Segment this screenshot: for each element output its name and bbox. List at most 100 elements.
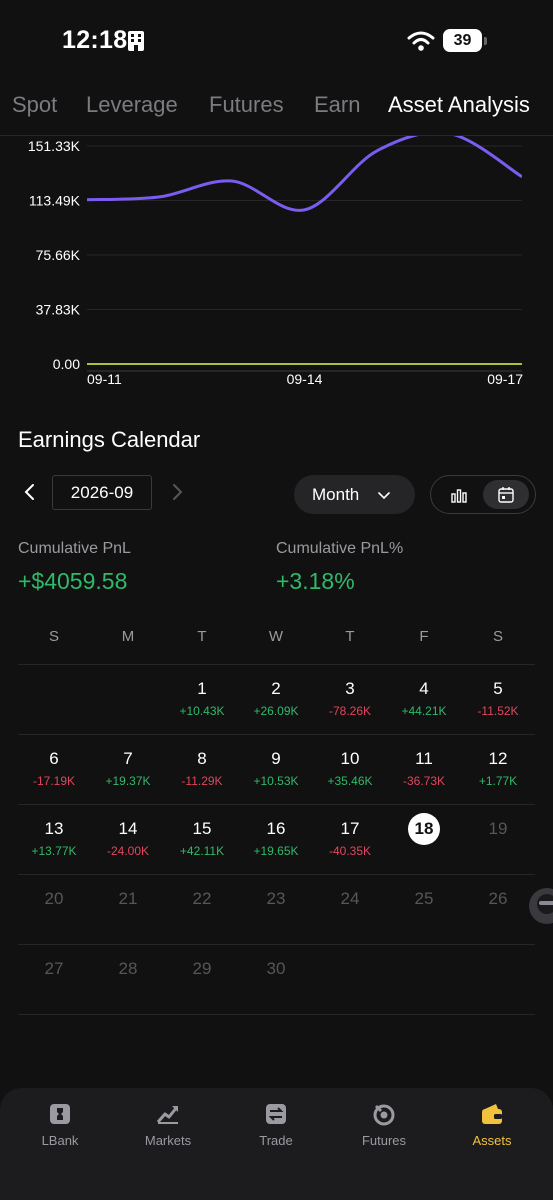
calendar-day[interactable]: 26 bbox=[461, 874, 535, 944]
day-pnl: -36.73K bbox=[402, 774, 446, 788]
battery-level: 39 bbox=[443, 29, 482, 52]
weekday-label: T bbox=[345, 628, 355, 645]
y-tick-label: 37.83K bbox=[36, 302, 81, 318]
wifi-icon bbox=[407, 31, 435, 51]
period-select[interactable]: Month bbox=[294, 475, 415, 514]
day-number: 27 bbox=[44, 959, 64, 978]
day-number: 13 bbox=[44, 819, 64, 838]
tab-asset-analysis[interactable]: Asset Analysis bbox=[388, 92, 530, 118]
x-tick-label: 09-17 bbox=[487, 371, 523, 387]
weekday-label: W bbox=[268, 628, 284, 645]
calendar-day[interactable]: 27 bbox=[17, 944, 91, 1014]
day-number: 4 bbox=[419, 679, 429, 698]
calendar-day[interactable]: 5 -11.52K bbox=[461, 664, 535, 734]
calendar-day[interactable]: 28 bbox=[91, 944, 165, 1014]
tab-spot[interactable]: Spot bbox=[12, 92, 57, 118]
calendar-day[interactable]: 21 bbox=[91, 874, 165, 944]
day-pnl: +10.43K bbox=[179, 704, 225, 718]
nav-label-markets: Markets bbox=[144, 1133, 192, 1148]
building-icon bbox=[128, 31, 144, 51]
day-number: 30 bbox=[266, 959, 286, 978]
calendar-day[interactable]: 22 bbox=[165, 874, 239, 944]
bar-chart-icon bbox=[451, 489, 467, 503]
weekday-label: T bbox=[197, 628, 207, 645]
calendar-day[interactable]: 24 bbox=[313, 874, 387, 944]
day-number: 5 bbox=[493, 679, 503, 698]
next-month-button[interactable] bbox=[165, 480, 189, 504]
calendar-view-button[interactable] bbox=[483, 480, 529, 509]
calendar-day[interactable]: 8 -11.29K bbox=[165, 734, 239, 804]
day-number: 1 bbox=[197, 679, 207, 698]
day-number: 22 bbox=[192, 889, 212, 908]
day-number: 6 bbox=[49, 749, 59, 768]
calendar-day[interactable]: 25 bbox=[387, 874, 461, 944]
cumulative-pnl-pct-label: Cumulative PnL% bbox=[276, 540, 404, 557]
day-number: 14 bbox=[118, 819, 138, 838]
nav-assets[interactable]: Assets bbox=[447, 1098, 537, 1158]
calendar-day[interactable]: 20 bbox=[17, 874, 91, 944]
tab-earn[interactable]: Earn bbox=[314, 92, 360, 118]
nav-markets[interactable]: Markets bbox=[123, 1098, 213, 1158]
calendar-day[interactable]: 16 +19.65K bbox=[239, 804, 313, 874]
day-number: 15 bbox=[192, 819, 212, 838]
day-number: 8 bbox=[197, 749, 207, 768]
calendar-day[interactable]: 12 +1.77K bbox=[461, 734, 535, 804]
calendar-day[interactable]: 3 -78.26K bbox=[313, 664, 387, 734]
day-number: 12 bbox=[488, 749, 508, 768]
asset-tabs: Spot Leverage Futures Earn Asset Analysi… bbox=[0, 84, 553, 136]
calendar-day[interactable]: 2 +26.09K bbox=[239, 664, 313, 734]
day-pnl: -17.19K bbox=[32, 774, 76, 788]
calendar-day[interactable]: 18 bbox=[387, 804, 461, 874]
day-number: 29 bbox=[192, 959, 212, 978]
day-pnl: +42.11K bbox=[179, 844, 225, 858]
day-pnl: +19.37K bbox=[105, 774, 151, 788]
calendar-day[interactable]: 7 +19.37K bbox=[91, 734, 165, 804]
y-tick-label: 0.00 bbox=[53, 356, 80, 372]
calendar-day[interactable]: 11 -36.73K bbox=[387, 734, 461, 804]
cumulative-pnl-pct-value: +3.18% bbox=[276, 568, 355, 594]
nav-trade[interactable]: Trade bbox=[231, 1098, 321, 1158]
nav-label-futures: Futures bbox=[361, 1133, 407, 1148]
asset-value-line bbox=[87, 136, 522, 212]
day-pnl: +26.09K bbox=[253, 704, 299, 718]
day-number: 11 bbox=[415, 749, 433, 768]
calendar-day[interactable]: 4 +44.21K bbox=[387, 664, 461, 734]
bar-view-button[interactable] bbox=[436, 480, 482, 509]
calendar-day[interactable]: 14 -24.00K bbox=[91, 804, 165, 874]
prev-month-button[interactable] bbox=[18, 480, 42, 504]
day-pnl: +10.53K bbox=[253, 774, 299, 788]
calendar-day[interactable]: 13 +13.77K bbox=[17, 804, 91, 874]
calendar-day[interactable]: 29 bbox=[165, 944, 239, 1014]
asset-chart: 151.33K 113.49K 75.66K 37.83K 0.00 09-11 09-14… bbox=[0, 136, 553, 396]
nav-label-trade: Trade bbox=[259, 1133, 293, 1148]
lbank-logo-icon bbox=[50, 1104, 70, 1124]
day-number: 26 bbox=[488, 889, 508, 908]
calendar-day[interactable]: 9 +10.53K bbox=[239, 734, 313, 804]
cumulative-pnl-value: +$4059.58 bbox=[18, 568, 128, 594]
support-avatar-icon[interactable] bbox=[525, 886, 553, 926]
y-tick-label: 113.49K bbox=[29, 193, 81, 209]
calendar-day[interactable]: 17 -40.35K bbox=[313, 804, 387, 874]
tab-futures[interactable]: Futures bbox=[209, 92, 284, 118]
earnings-calendar-title: Earnings Calendar bbox=[18, 427, 201, 452]
day-pnl: -24.00K bbox=[106, 844, 150, 858]
calendar-day[interactable]: 6 -17.19K bbox=[17, 734, 91, 804]
nav-lbank[interactable]: LBank bbox=[15, 1098, 105, 1158]
day-pnl: +44.21K bbox=[401, 704, 447, 718]
month-picker[interactable]: 2026-09 bbox=[52, 475, 152, 510]
bottom-nav: LBank Markets Trade Futures Assets bbox=[0, 1088, 553, 1200]
calendar-day[interactable]: 1 +10.43K bbox=[165, 664, 239, 734]
nav-futures[interactable]: Futures bbox=[339, 1098, 429, 1158]
wallet-icon bbox=[482, 1104, 502, 1124]
calendar-day[interactable]: 15 +42.11K bbox=[165, 804, 239, 874]
calendar-day[interactable]: 23 bbox=[239, 874, 313, 944]
weekday-label: S bbox=[492, 628, 503, 645]
calendar-day[interactable]: 30 bbox=[239, 944, 313, 1014]
calendar-day[interactable]: 19 bbox=[461, 804, 535, 874]
calendar-day[interactable]: 10 +35.46K bbox=[313, 734, 387, 804]
chevron-down-icon bbox=[378, 492, 390, 500]
markets-chart-icon bbox=[156, 1106, 179, 1124]
day-number: 3 bbox=[345, 679, 355, 698]
tab-leverage[interactable]: Leverage bbox=[86, 92, 178, 118]
day-number: 18 bbox=[408, 813, 440, 845]
